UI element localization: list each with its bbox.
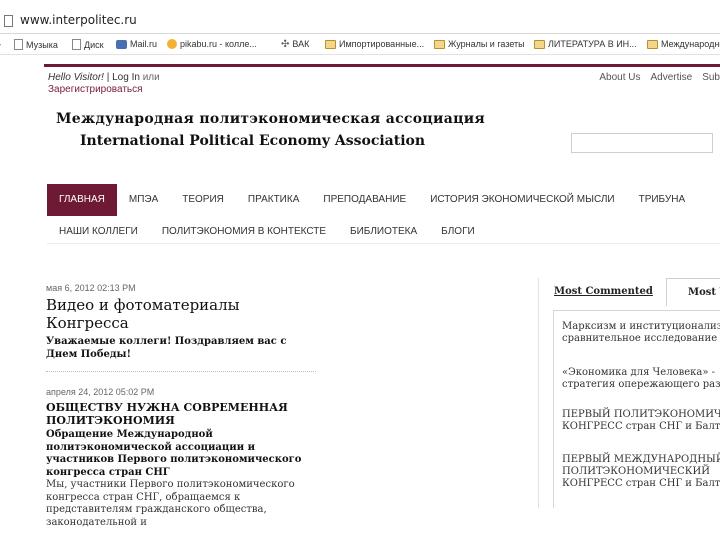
vak-icon: ✣ [281, 38, 290, 50]
search-input[interactable] [571, 133, 713, 153]
list-item[interactable]: ПЕРВЫЙ МЕЖДУНАРОДНЫЙ ПОЛИТЭКОНОМИЧЕСКИЙ … [562, 454, 720, 490]
divider [46, 371, 316, 372]
post: апреля 24, 2012 05:02 PM ОБЩЕСТВУ НУЖНА … [46, 387, 316, 529]
doc-icon [14, 39, 23, 50]
post-date: мая 6, 2012 02:13 PM [46, 283, 136, 293]
tab-label: Most Viewed [688, 287, 720, 298]
sub-nav: Наши коллеги Политэкономия в контексте Б… [47, 222, 720, 244]
bookmark-item[interactable]: ✣ ВАК [281, 39, 309, 49]
nav-item-home[interactable]: Главная [47, 184, 117, 216]
nav-item-history[interactable]: История экономической мысли [418, 184, 626, 216]
nav-item-ipea[interactable]: МПЭА [117, 184, 170, 216]
bookmark-item[interactable]: pikabu.ru - колле... [167, 39, 257, 49]
subnav-item-colleagues[interactable]: Наши коллеги [47, 222, 150, 243]
welcome-text: Hello Visitor! [48, 72, 104, 83]
bookmark-item[interactable]: Музыка [14, 39, 58, 50]
bookmarks-bar: › Музыка Диск Mail.ru pikabu.ru - колле.… [0, 35, 720, 55]
post-body: Мы, участники Первого политэкономическог… [46, 479, 295, 528]
tab-most-viewed[interactable]: Most Viewed [666, 278, 720, 306]
bookmark-item[interactable]: Диск [72, 39, 104, 50]
doc-icon [72, 39, 81, 50]
bookmark-label: pikabu.ru - колле... [180, 39, 257, 49]
mail-icon [116, 39, 127, 49]
nav-item-tribune[interactable]: Трибуна [627, 184, 698, 216]
nav-item-teaching[interactable]: Преподавание [311, 184, 418, 216]
nav-item-theory[interactable]: Теория [170, 184, 236, 216]
bookmark-label: Mail.ru [130, 39, 158, 49]
post-title[interactable]: Видео и фотоматериалы Конгресса [46, 296, 316, 332]
list-item-line: ПОЛИТЭКОНОМИЧЕСКИЙ [562, 466, 710, 477]
list-item-line: сравнительное исследование [562, 333, 718, 344]
bookmark-item[interactable]: Mail.ru [116, 39, 157, 49]
sidebar-panel: Марксизм и институционализм сравнительно… [553, 310, 720, 508]
post-excerpt: Уважаемые коллеги! Поздравляем вас с Дне… [46, 336, 287, 360]
list-item[interactable]: ПЕРВЫЙ ПОЛИТЭКОНОМИЧЕСКИЙ КОНГРЕСС стран… [562, 409, 720, 433]
bookmark-label: Импортированные... [339, 39, 425, 49]
top-links: About Us Advertise Sub [599, 72, 720, 83]
or-text: или [142, 72, 160, 83]
post-excerpt: Обращение Международной политэкономическ… [46, 429, 302, 478]
about-us-link[interactable]: About Us [599, 72, 640, 83]
subnav-item-context[interactable]: Политэкономия в контексте [150, 222, 338, 243]
subnav-item-library[interactable]: Библиотека [338, 222, 429, 243]
register-link[interactable]: Зарегистрироваться [48, 84, 143, 95]
main-nav: Главная МПЭА Теория Практика Преподавани… [47, 184, 720, 216]
login-link[interactable]: Log In [112, 72, 140, 83]
bookmark-item[interactable]: Импортированные... [325, 39, 424, 49]
tab-most-commented[interactable]: Most Commented [554, 278, 664, 306]
list-item-line: КОНГРЕСС стран СНГ и Балтии [562, 478, 720, 489]
folder-icon [434, 39, 445, 49]
folder-icon [647, 39, 658, 49]
folder-icon [534, 39, 545, 49]
bookmark-item[interactable]: ЛИТЕРАТУРА В ИН... [534, 39, 637, 49]
bookmark-label: Журналы и газеты [448, 39, 525, 49]
bookmark-label: Диск [84, 39, 104, 50]
nav-item-practice[interactable]: Практика [236, 184, 311, 216]
list-item-line: ПЕРВЫЙ ПОЛИТЭКОНОМИЧЕСКИЙ [562, 409, 720, 420]
post: мая 6, 2012 02:13 PM Видео и фотоматериа… [46, 283, 316, 361]
page-icon [4, 15, 13, 27]
list-item-line: Марксизм и институционализм [562, 321, 720, 332]
bookmark-label: ЛИТЕРАТУРА В ИН... [548, 39, 637, 49]
post-title[interactable]: ОБЩЕСТВУ НУЖНА СОВРЕМЕННАЯ ПОЛИТЭКОНОМИЯ [46, 401, 316, 427]
bookmark-label: Международные... [661, 39, 720, 49]
bookmark-label: Музыка [26, 39, 58, 50]
column-divider [538, 278, 539, 508]
welcome-line: Hello Visitor! | Log In или [48, 72, 160, 83]
site-logo-en[interactable]: International Political Economy Associat… [80, 133, 425, 149]
tab-label: Most Commented [554, 286, 653, 297]
list-item[interactable]: «Экономика для Человека» - стратегия опе… [562, 367, 720, 391]
chevron-right-icon: › [0, 39, 1, 49]
advertise-link[interactable]: Advertise [651, 72, 693, 83]
list-item-line: «Экономика для Человека» - [562, 367, 716, 378]
list-item-line: ПЕРВЫЙ МЕЖДУНАРОДНЫЙ [562, 454, 720, 465]
folder-icon [325, 39, 336, 49]
bookmark-item[interactable]: Международные... [647, 39, 720, 49]
bookmark-label: ВАК [292, 39, 310, 49]
sidebar-tabs: Most Commented Most Viewed [546, 278, 720, 306]
bookmark-item[interactable]: Журналы и газеты [434, 39, 525, 49]
list-item-line: КОНГРЕСС стран СНГ и Балтии [562, 421, 720, 432]
address-bar[interactable]: www.interpolitec.ru [0, 8, 720, 34]
pikabu-icon [167, 39, 177, 49]
list-item[interactable]: Марксизм и институционализм сравнительно… [562, 321, 720, 345]
list-item-line: стратегия опережающего развития [562, 379, 720, 390]
subnav-item-blogs[interactable]: Блоги [429, 222, 487, 243]
post-date: апреля 24, 2012 05:02 PM [46, 387, 155, 397]
site-logo-ru[interactable]: Международная политэкономическая ассоциа… [56, 111, 485, 127]
subscribe-link[interactable]: Sub [702, 72, 720, 83]
url-text[interactable]: www.interpolitec.ru [20, 13, 137, 27]
utility-bar: Hello Visitor! | Log In или Зарегистриро… [44, 64, 720, 95]
bookmarks-overflow[interactable]: › [0, 39, 1, 49]
